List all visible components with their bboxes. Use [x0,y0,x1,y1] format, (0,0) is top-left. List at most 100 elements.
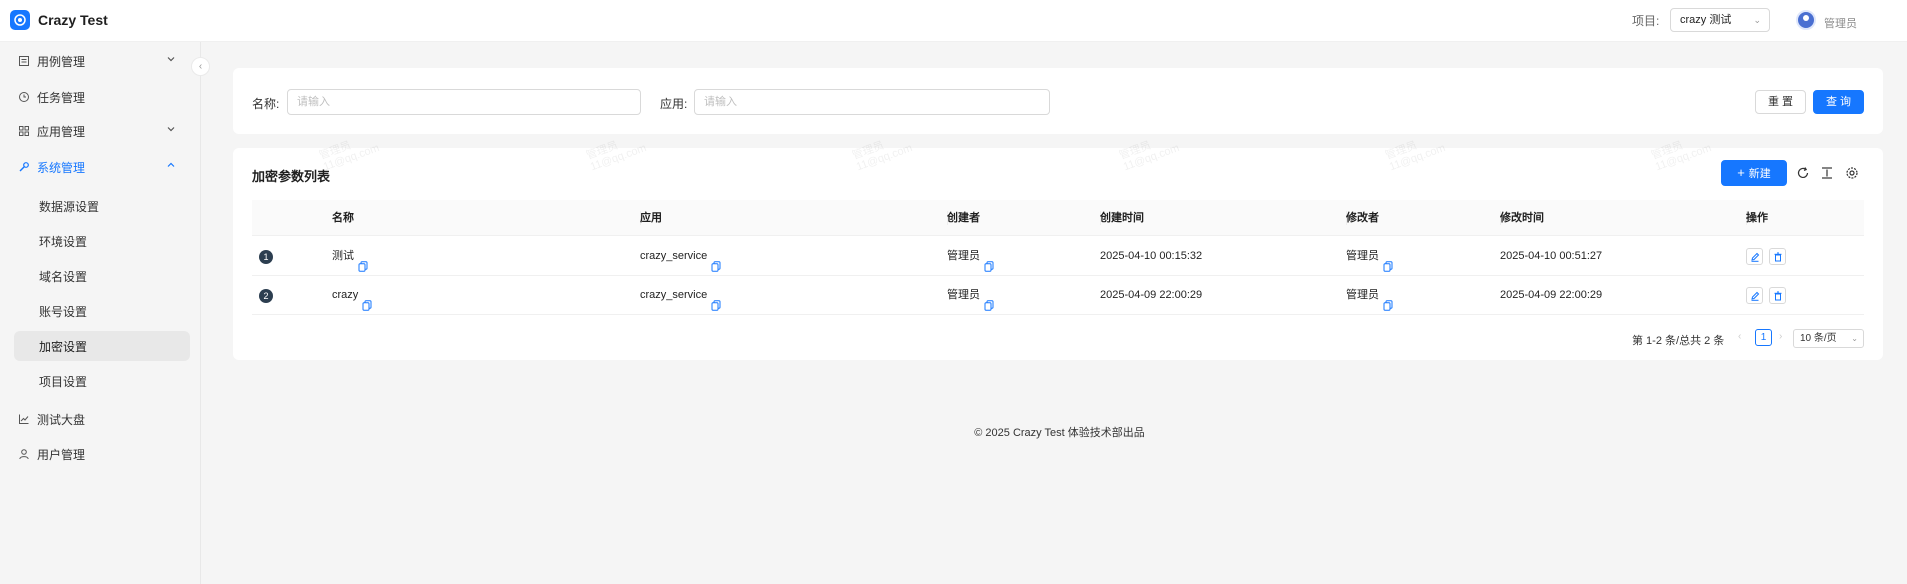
edit-button[interactable] [1746,248,1763,265]
column-header-creator[interactable]: 创建者 [947,200,980,236]
cell-modified-time: 2025-04-10 00:51:27 [1500,250,1603,262]
user-name[interactable]: 管理员 [1824,15,1857,31]
top-header: Crazy Test 项目: crazy 测试 ⌄ 管理员 [0,0,1907,42]
reset-button[interactable]: 重 置 [1755,90,1806,114]
app-filter-label: 应用: [660,97,688,111]
new-button-label: 新建 [1748,168,1771,180]
page-size-select[interactable]: 10 条/页 ⌄ [1793,329,1864,348]
sidebar-item-label: 用例管理 [37,54,86,69]
cell-creator: 管理员 [947,289,980,301]
copy-icon[interactable] [711,289,721,311]
edit-icon [1750,291,1759,301]
delete-button[interactable] [1769,248,1786,265]
column-header-created-time[interactable]: 创建时间 [1100,200,1144,236]
chevron-up-icon [167,162,175,167]
copy-icon[interactable] [362,289,372,311]
column-header-actions: 操作 [1746,212,1768,224]
copy-icon[interactable] [1383,250,1393,272]
project-select-value: crazy 测试 [1680,14,1732,26]
sidebar-item-label: 用户管理 [37,447,86,462]
chevron-down-icon [167,57,175,62]
trash-icon [1774,252,1781,261]
query-button[interactable]: 查 询 [1813,90,1864,114]
chevron-down-icon: ⌄ [1851,334,1858,343]
edit-icon [1750,252,1759,262]
sidebar-subitem-label: 数据源设置 [39,199,100,214]
cell-modified-time: 2025-04-09 22:00:29 [1500,289,1603,301]
cell-created-time: 2025-04-10 00:15:32 [1100,250,1203,262]
sidebar-subitem-encryption[interactable]: 加密设置 [14,331,190,361]
new-button[interactable]: + 新建 [1721,160,1787,186]
delete-button[interactable] [1769,287,1786,304]
grid-icon [17,124,31,138]
trash-icon [1774,291,1781,300]
chevron-down-icon: ⌄ [1753,15,1761,25]
user-icon [17,447,31,461]
cell-name: 测试 [332,250,354,262]
cell-created-time: 2025-04-09 22:00:29 [1100,289,1203,301]
cell-name: crazy [332,289,359,301]
wrench-icon [17,160,31,174]
sidebar-subitem-label: 环境设置 [39,234,88,249]
app-logo-icon[interactable] [10,10,30,30]
column-height-icon[interactable] [1820,166,1834,180]
sidebar-subitem-account[interactable]: 账号设置 [14,296,190,326]
column-header-name[interactable]: 名称 [332,200,354,236]
row-index-badge: 1 [259,250,273,264]
table-panel: 加密参数列表 + 新建 名称 应用 创建者 创建时间 修改者 修改时间 操作 1 … [233,148,1883,360]
sidebar-item-app-management[interactable]: 应用管理 [14,116,190,146]
sidebar-item-system-management[interactable]: 系统管理 [14,152,190,182]
name-filter-label: 名称: [252,97,280,111]
sidebar-item-label: 应用管理 [37,124,86,139]
sidebar-collapse-button[interactable]: ‹ [191,57,210,76]
row-index-badge: 2 [259,289,273,303]
table-row: 2 crazy crazy_service 管理员 2025-04-09 22:… [252,276,1864,315]
column-header-modified-time[interactable]: 修改时间 [1500,200,1544,236]
footer-copyright: © 2025 Crazy Test 体验技术部出品 [974,427,1145,439]
sidebar-subitem-domain[interactable]: 域名设置 [14,261,190,291]
column-header-modifier[interactable]: 修改者 [1346,200,1379,236]
sidebar-subitem-label: 项目设置 [39,374,88,389]
pagination-prev-icon[interactable]: ‹ [1738,331,1741,342]
page-size-value: 10 条/页 [1800,333,1837,344]
app-filter-input[interactable]: 请输入 [694,89,1050,115]
sidebar-subitem-label: 账号设置 [39,304,88,319]
refresh-icon[interactable] [1796,166,1810,180]
search-panel: 名称: 请输入 应用: 请输入 重 置 查 询 [233,68,1883,134]
edit-button[interactable] [1746,287,1763,304]
sidebar-item-user-management[interactable]: 用户管理 [14,439,190,469]
name-filter-input[interactable]: 请输入 [287,89,641,115]
cell-creator: 管理员 [947,250,980,262]
project-select[interactable]: crazy 测试 ⌄ [1670,8,1770,32]
pagination-next-icon[interactable]: › [1779,331,1782,342]
copy-icon[interactable] [1383,289,1393,311]
table-title: 加密参数列表 [252,169,331,184]
sidebar-item-label: 系统管理 [37,160,86,175]
copy-icon[interactable] [711,250,721,272]
sidebar-subitem-label: 域名设置 [39,269,88,284]
app-title[interactable]: Crazy Test [38,12,108,28]
sidebar-subitem-label: 加密设置 [39,339,88,354]
clock-icon [17,90,31,104]
chevron-down-icon [167,127,175,132]
sidebar-item-case-management[interactable]: 用例管理 [14,46,190,76]
cell-modifier: 管理员 [1346,250,1379,262]
sidebar-item-task-management[interactable]: 任务管理 [14,82,190,112]
column-header-app[interactable]: 应用 [640,200,662,236]
plus-icon: + [1737,165,1745,180]
settings-gear-icon[interactable] [1845,166,1859,180]
cell-modifier: 管理员 [1346,289,1379,301]
table-row: 1 测试 crazy_service 管理员 2025-04-10 00:15:… [252,237,1864,276]
user-avatar[interactable] [1796,10,1816,30]
table-header: 名称 应用 创建者 创建时间 修改者 修改时间 操作 [252,200,1864,236]
pagination-total: 第 1-2 条/总共 2 条 [1632,335,1725,347]
copy-icon[interactable] [984,289,994,311]
sidebar-subitem-project[interactable]: 项目设置 [14,366,190,396]
pagination-page-current[interactable]: 1 [1755,329,1772,346]
cell-app: crazy_service [640,289,708,301]
copy-icon[interactable] [984,250,994,272]
cell-app: crazy_service [640,250,708,262]
sidebar-subitem-environment[interactable]: 环境设置 [14,226,190,256]
sidebar-subitem-datasource[interactable]: 数据源设置 [14,191,190,221]
copy-icon[interactable] [358,250,368,272]
